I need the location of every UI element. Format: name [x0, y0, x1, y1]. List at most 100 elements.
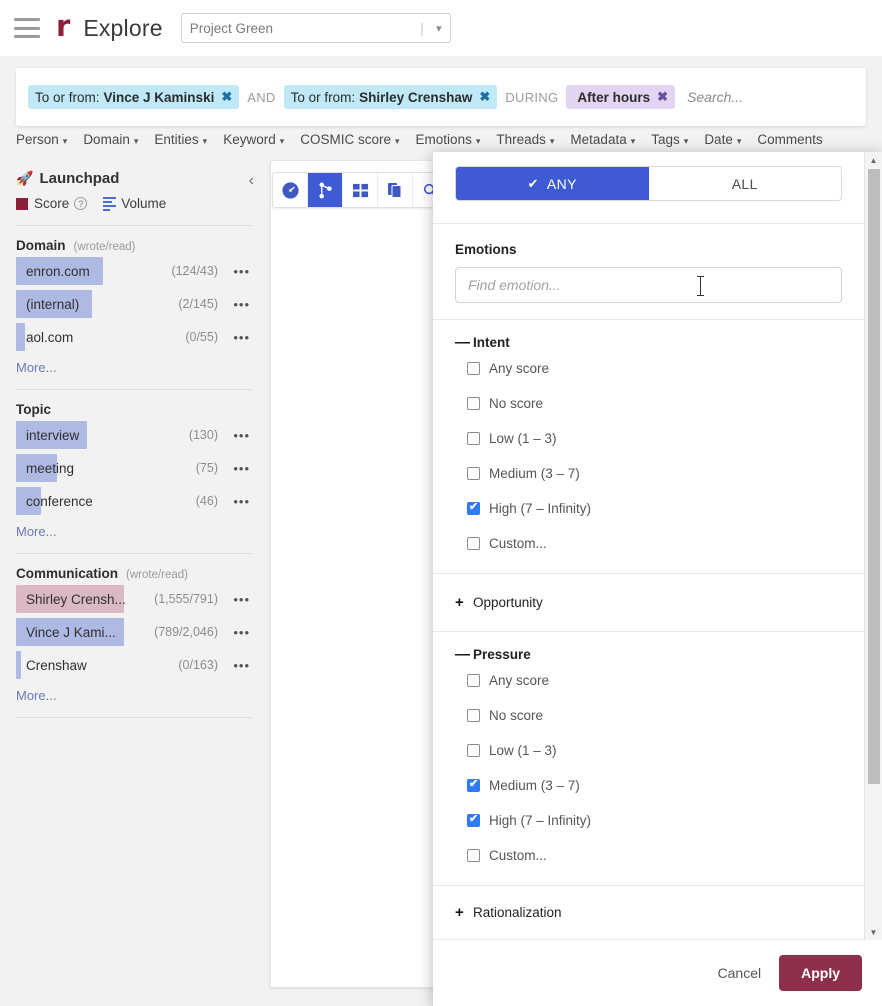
filter-menu-emotions[interactable]: Emotions ▾ [416, 132, 481, 147]
domain-more-link[interactable]: More... [16, 360, 252, 375]
checkbox[interactable] [467, 849, 480, 862]
option-pressure-high[interactable]: High (7 – Infinity) [455, 803, 842, 838]
close-icon[interactable]: ✖ [479, 89, 490, 105]
hamburger-icon[interactable] [14, 18, 40, 38]
help-icon[interactable]: ? [74, 197, 88, 210]
filter-pill-person-2[interactable]: To or from: Shirley Crenshaw ✖ [283, 85, 498, 109]
option-intent-custom[interactable]: Custom... [455, 526, 842, 561]
row-menu-icon[interactable]: ••• [233, 297, 250, 312]
filter-menu-comments[interactable]: Comments [757, 132, 822, 147]
checkbox[interactable] [467, 500, 480, 515]
label: Communication [16, 566, 119, 581]
scrollbar-thumb[interactable] [868, 169, 880, 784]
emotions-label: Emotions [455, 242, 517, 257]
list-item[interactable]: Crenshaw (0/163) ••• [16, 650, 252, 680]
project-selector[interactable]: Project Green | ▾ [180, 13, 451, 43]
filter-menu-metadata[interactable]: Metadata ▾ [570, 132, 635, 147]
option-pressure-no-score[interactable]: No score [455, 698, 842, 733]
item-count: (124/43) [171, 264, 218, 278]
row-menu-icon[interactable]: ••• [233, 461, 250, 476]
list-item[interactable]: conference (46) ••• [16, 486, 252, 516]
expand-plus-icon[interactable]: + [455, 594, 466, 611]
filter-menu-tags[interactable]: Tags ▾ [651, 132, 688, 147]
row-menu-icon[interactable]: ••• [233, 264, 250, 279]
option-pressure-any-score[interactable]: Any score [455, 663, 842, 698]
close-icon[interactable]: ✖ [221, 89, 232, 105]
option-intent-any-score[interactable]: Any score [455, 351, 842, 386]
filter-menu-threads[interactable]: Threads ▾ [496, 132, 554, 147]
filter-menu-person[interactable]: Person ▾ [16, 132, 67, 147]
checkbox[interactable] [467, 674, 480, 687]
expand-plus-icon[interactable]: + [455, 904, 466, 921]
checkbox[interactable] [467, 467, 480, 480]
filter-pill-during[interactable]: After hours ✖ [566, 85, 676, 109]
scroll-down-icon[interactable]: ▼ [865, 924, 882, 940]
network-graph-icon[interactable] [308, 173, 343, 207]
item-count: (46) [195, 494, 218, 508]
option-intent-low[interactable]: Low (1 – 3) [455, 421, 842, 456]
toggle-any[interactable]: ✔ ANY [456, 167, 649, 200]
scroll-up-icon[interactable]: ▲ [865, 152, 882, 168]
topic-more-link[interactable]: More... [16, 524, 252, 539]
filter-menu-cosmic-score[interactable]: COSMIC score ▾ [300, 132, 399, 147]
checkbox[interactable] [467, 777, 480, 792]
section-title: Communication (wrote/read) [16, 566, 252, 581]
apply-button[interactable]: Apply [779, 955, 862, 991]
rocket-icon: 🚀 [16, 170, 34, 186]
collapse-minus-icon[interactable]: — [455, 646, 470, 663]
group-intent-header[interactable]: — Intent [455, 334, 842, 351]
collapse-sidebar-button[interactable]: ‹ [249, 172, 254, 190]
list-item[interactable]: enron.com (124/43) ••• [16, 256, 252, 286]
search-filter-bar[interactable]: To or from: Vince J Kaminski ✖ AND To or… [16, 68, 866, 126]
row-menu-icon[interactable]: ••• [233, 330, 250, 345]
filter-menu-keyword[interactable]: Keyword ▾ [223, 132, 284, 147]
pill-value: After hours [577, 89, 651, 105]
option-intent-high[interactable]: High (7 – Infinity) [455, 491, 842, 526]
list-item[interactable]: interview (130) ••• [16, 420, 252, 450]
list-item[interactable]: aol.com (0/55) ••• [16, 322, 252, 352]
search-input[interactable]: Search... [687, 89, 743, 105]
checkbox[interactable] [467, 432, 480, 445]
row-menu-icon[interactable]: ••• [233, 625, 250, 640]
list-item[interactable]: meeting (75) ••• [16, 453, 252, 483]
checkbox[interactable] [467, 397, 480, 410]
row-menu-icon[interactable]: ••• [233, 658, 250, 673]
modal-scrollbar[interactable]: ▲ ▼ [864, 152, 882, 940]
option-pressure-low[interactable]: Low (1 – 3) [455, 733, 842, 768]
chevron-down-icon: ▾ [395, 135, 400, 146]
list-item[interactable]: Vince J Kami... (789/2,046) ••• [16, 617, 252, 647]
cancel-button[interactable]: Cancel [718, 965, 762, 981]
filter-menu-entities[interactable]: Entities ▾ [154, 132, 207, 147]
documents-icon[interactable] [378, 173, 413, 207]
row-menu-icon[interactable]: ••• [233, 428, 250, 443]
collapse-minus-icon[interactable]: — [455, 334, 470, 351]
communication-more-link[interactable]: More... [16, 688, 252, 703]
close-icon[interactable]: ✖ [657, 89, 668, 105]
checkbox[interactable] [467, 709, 480, 722]
row-menu-icon[interactable]: ••• [233, 494, 250, 509]
checkbox[interactable] [467, 744, 480, 757]
filter-pill-person-1[interactable]: To or from: Vince J Kaminski ✖ [28, 85, 240, 109]
mode-score-label[interactable]: Score [34, 196, 69, 211]
option-intent-medium[interactable]: Medium (3 – 7) [455, 456, 842, 491]
checkbox[interactable] [467, 537, 480, 550]
option-intent-no-score[interactable]: No score [455, 386, 842, 421]
option-pressure-medium[interactable]: Medium (3 – 7) [455, 768, 842, 803]
checkbox[interactable] [467, 812, 480, 827]
checkbox[interactable] [467, 362, 480, 375]
option-pressure-custom[interactable]: Custom... [455, 838, 842, 873]
gauge-icon[interactable] [273, 173, 308, 207]
grid-icon[interactable] [343, 173, 378, 207]
mode-volume-label[interactable]: Volume [121, 196, 166, 211]
list-item[interactable]: (internal) (2/145) ••• [16, 289, 252, 319]
emotion-search-input[interactable]: Find emotion... [455, 267, 842, 303]
filter-menu-domain[interactable]: Domain ▾ [83, 132, 138, 147]
filter-menu-date[interactable]: Date ▾ [704, 132, 741, 147]
group-rationalization-header[interactable]: + Rationalization [455, 904, 842, 921]
group-pressure-header[interactable]: — Pressure [455, 646, 842, 663]
row-menu-icon[interactable]: ••• [233, 592, 250, 607]
list-item[interactable]: Shirley Crensh... (1,555/791) ••• [16, 584, 252, 614]
brand-logo: r [56, 9, 71, 43]
group-opportunity-header[interactable]: + Opportunity [455, 594, 842, 611]
toggle-all[interactable]: ALL [649, 167, 842, 200]
